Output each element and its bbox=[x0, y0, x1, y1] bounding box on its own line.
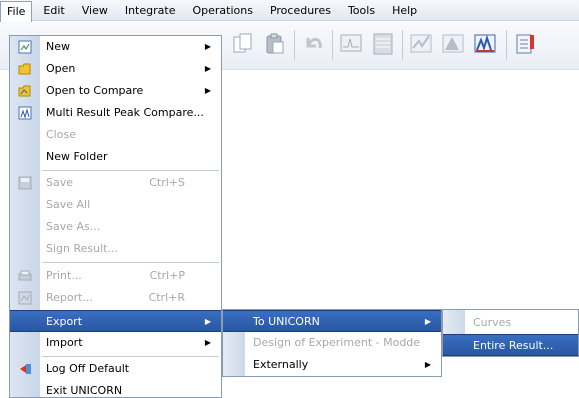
menu-item-export[interactable]: Export ▶ bbox=[10, 310, 221, 332]
table-icon[interactable] bbox=[368, 28, 398, 60]
submenu-arrow-icon: ▶ bbox=[424, 317, 431, 326]
menu-item-multi-result-peak-compare[interactable]: Multi Result Peak Compare... bbox=[10, 102, 221, 124]
peak-compare-icon bbox=[18, 106, 32, 120]
print-icon bbox=[18, 269, 32, 283]
menu-item-save-as[interactable]: Save As... bbox=[10, 216, 221, 238]
to-unicorn-submenu: Curves Entire Result... bbox=[442, 309, 579, 357]
paste-icon[interactable] bbox=[260, 28, 290, 60]
signature-icon[interactable] bbox=[406, 28, 436, 60]
menu-operations[interactable]: Operations bbox=[186, 1, 258, 20]
evaluation-procedure-icon[interactable] bbox=[510, 28, 540, 60]
menu-item-save-all[interactable]: Save All bbox=[10, 194, 221, 216]
new-chromatogram-icon bbox=[18, 40, 32, 54]
copy-icon[interactable] bbox=[228, 28, 258, 60]
menu-item-design-of-experiment[interactable]: Design of Experiment - Modde bbox=[223, 332, 441, 354]
menu-procedures[interactable]: Procedures bbox=[264, 1, 337, 20]
menu-item-report[interactable]: Report... Ctrl+R bbox=[10, 287, 221, 309]
menu-item-curves[interactable]: Curves bbox=[443, 312, 578, 334]
menu-item-import[interactable]: Import ▶ bbox=[10, 332, 221, 354]
report-icon bbox=[18, 291, 32, 305]
export-submenu: To UNICORN ▶ Design of Experiment - Modd… bbox=[222, 309, 442, 377]
menu-separator bbox=[42, 170, 219, 171]
menu-item-open-to-compare[interactable]: Open to Compare ▶ bbox=[10, 80, 221, 102]
menu-item-open[interactable]: Open ▶ bbox=[10, 58, 221, 80]
menu-item-save[interactable]: Save Ctrl+S bbox=[10, 172, 221, 194]
menu-item-exit[interactable]: Exit UNICORN bbox=[10, 380, 221, 398]
undo-icon[interactable] bbox=[298, 28, 328, 60]
menu-item-externally[interactable]: Externally ▶ bbox=[223, 354, 441, 376]
menu-view[interactable]: View bbox=[76, 1, 114, 20]
menu-item-sign-result[interactable]: Sign Result... bbox=[10, 238, 221, 260]
menu-item-to-unicorn[interactable]: To UNICORN ▶ bbox=[223, 310, 441, 332]
menu-item-log-off[interactable]: Log Off Default bbox=[10, 358, 221, 380]
submenu-arrow-icon: ▶ bbox=[204, 64, 211, 73]
submenu-arrow-icon: ▶ bbox=[204, 338, 211, 347]
peak-icon[interactable] bbox=[438, 28, 468, 60]
menu-integrate[interactable]: Integrate bbox=[119, 1, 182, 20]
menu-item-new-folder[interactable]: New Folder bbox=[10, 146, 221, 168]
menu-item-print[interactable]: Print... Ctrl+P bbox=[10, 265, 221, 287]
menu-tools[interactable]: Tools bbox=[342, 1, 381, 20]
submenu-arrow-icon: ▶ bbox=[424, 360, 431, 369]
open-compare-folder-icon bbox=[18, 84, 32, 98]
menu-item-entire-result[interactable]: Entire Result... bbox=[443, 334, 578, 356]
chromatogram-icon[interactable] bbox=[336, 28, 366, 60]
menu-item-close[interactable]: Close bbox=[10, 124, 221, 146]
submenu-arrow-icon: ▶ bbox=[204, 317, 211, 326]
menu-bar: File Edit View Integrate Operations Proc… bbox=[0, 0, 579, 22]
menu-file[interactable]: File bbox=[0, 0, 33, 22]
menu-separator bbox=[42, 262, 219, 263]
menu-help[interactable]: Help bbox=[386, 1, 423, 20]
menu-separator bbox=[42, 356, 219, 357]
submenu-arrow-icon: ▶ bbox=[204, 86, 211, 95]
menu-edit[interactable]: Edit bbox=[37, 1, 70, 20]
submenu-arrow-icon: ▶ bbox=[204, 42, 211, 51]
open-folder-icon bbox=[18, 62, 32, 76]
menu-item-new[interactable]: New ▶ bbox=[10, 36, 221, 58]
peak-table-icon[interactable] bbox=[470, 28, 500, 60]
log-off-icon bbox=[18, 362, 32, 376]
file-menu: New ▶ Open ▶ Open to Compare ▶ Multi Res… bbox=[9, 35, 222, 398]
save-icon bbox=[18, 176, 32, 190]
